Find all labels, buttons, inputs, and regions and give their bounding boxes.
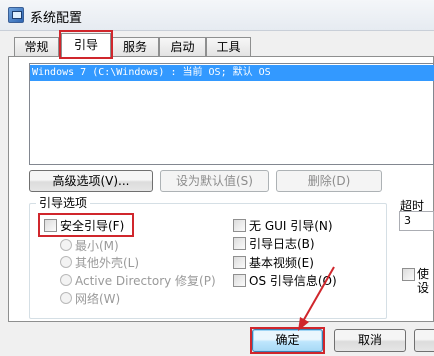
safe-mode-network-radio[interactable]: [60, 292, 72, 304]
safe-boot-highlight-annotation: [38, 213, 134, 237]
os-boot-info-checkbox[interactable]: [233, 274, 246, 287]
make-permanent-label: 使 设: [417, 267, 430, 295]
safe-mode-network-label: 网络(W): [75, 292, 121, 306]
boot-options-label: 引导选项: [36, 194, 91, 211]
safe-mode-ad-repair-label: Active Directory 修复(P): [75, 274, 216, 288]
delete-button[interactable]: 删除(D): [276, 170, 382, 192]
tab-services[interactable]: 服务: [111, 37, 159, 56]
msconfig-icon: [8, 7, 24, 23]
base-video-checkbox[interactable]: [233, 256, 246, 269]
set-default-button[interactable]: 设为默认值(S): [160, 170, 269, 192]
boot-log-label: 引导日志(B): [249, 237, 315, 251]
timeout-input[interactable]: 3: [399, 211, 434, 231]
safe-mode-minimal-label: 最小(M): [75, 239, 119, 253]
make-permanent-checkbox[interactable]: [402, 268, 415, 281]
tab-startup[interactable]: 启动: [159, 37, 206, 56]
safe-mode-ad-repair-radio[interactable]: [60, 274, 72, 286]
tab-general[interactable]: 常规: [14, 37, 59, 56]
advanced-options-button[interactable]: 高级选项(V)...: [29, 170, 153, 192]
safe-mode-alternate-shell-radio[interactable]: [60, 256, 72, 268]
boot-log-checkbox[interactable]: [233, 237, 246, 250]
tab-tools[interactable]: 工具: [206, 37, 251, 56]
window-title: 系统配置: [30, 11, 83, 26]
tab-highlight-annotation: [59, 30, 113, 59]
safe-mode-minimal-radio[interactable]: [60, 239, 72, 251]
os-list-item[interactable]: Windows 7 (C:\Windows) : 当前 OS; 默认 OS: [30, 65, 434, 81]
annotation-arrow-icon: [298, 266, 335, 331]
no-gui-boot-label: 无 GUI 引导(N): [249, 219, 333, 233]
safe-mode-alternate-shell-label: 其他外壳(L): [75, 256, 140, 270]
no-gui-boot-checkbox[interactable]: [233, 219, 246, 232]
apply-button[interactable]: [414, 329, 434, 352]
cancel-button[interactable]: 取消: [334, 329, 406, 352]
